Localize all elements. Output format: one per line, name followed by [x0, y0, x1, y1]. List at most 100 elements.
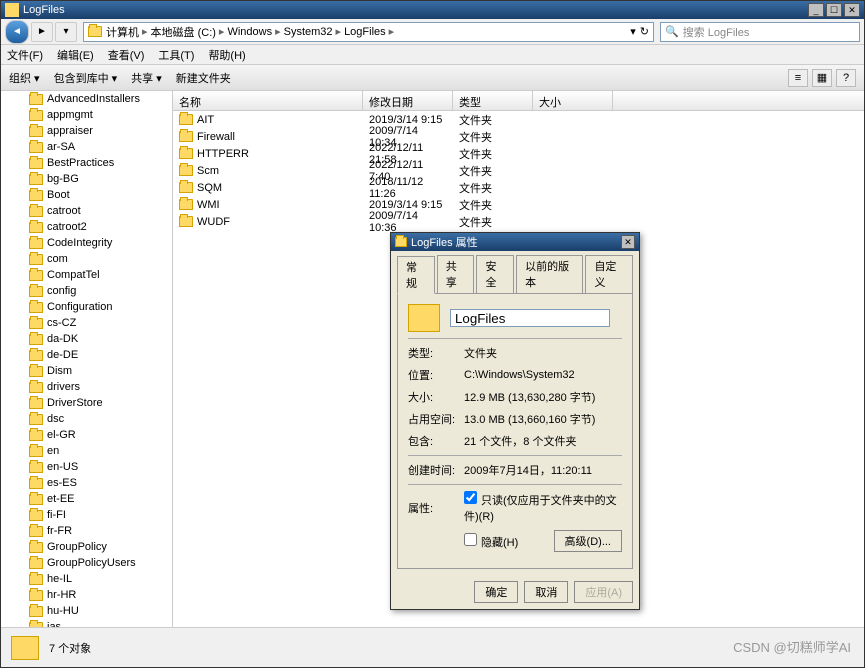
tree-item[interactable]: ar-SA: [1, 139, 172, 155]
organize-button[interactable]: 组织 ▾: [9, 70, 40, 86]
tree-item[interactable]: BestPractices: [1, 155, 172, 171]
search-box[interactable]: 🔍 搜索 LogFiles: [660, 22, 860, 42]
newfolder-button[interactable]: 新建文件夹: [176, 70, 231, 86]
apply-button[interactable]: 应用(A): [574, 581, 633, 603]
dialog-close-button[interactable]: ✕: [621, 235, 635, 249]
tree-item[interactable]: com: [1, 251, 172, 267]
tree-item[interactable]: Dism: [1, 363, 172, 379]
tree-item[interactable]: CodeIntegrity: [1, 235, 172, 251]
file-row[interactable]: WUDF2009/7/14 10:36文件夹: [173, 213, 864, 230]
hidden-checkbox[interactable]: [464, 533, 477, 546]
tree-item[interactable]: hr-HR: [1, 587, 172, 603]
share-button[interactable]: 共享 ▾: [131, 70, 162, 86]
tree-item[interactable]: catroot2: [1, 219, 172, 235]
tree-item[interactable]: cs-CZ: [1, 315, 172, 331]
menu-help[interactable]: 帮助(H): [208, 47, 245, 63]
tree-item[interactable]: Boot: [1, 187, 172, 203]
tree-item[interactable]: appmgmt: [1, 107, 172, 123]
address-part[interactable]: Windows: [227, 26, 272, 38]
hidden-label[interactable]: 隐藏(H): [464, 533, 518, 550]
maximize-button[interactable]: ☐: [826, 3, 842, 17]
tree-item[interactable]: dsc: [1, 411, 172, 427]
titlebar[interactable]: LogFiles _ ☐ ✕: [1, 1, 864, 19]
address-part[interactable]: System32: [284, 26, 333, 38]
readonly-checkbox[interactable]: [464, 491, 477, 504]
folder-icon: [29, 558, 43, 569]
address-part[interactable]: 计算机: [106, 24, 139, 40]
tree-item[interactable]: en: [1, 443, 172, 459]
folder-icon: [29, 542, 43, 553]
preview-button[interactable]: ▦: [812, 69, 832, 87]
tree-item[interactable]: GroupPolicyUsers: [1, 555, 172, 571]
close-button[interactable]: ✕: [844, 3, 860, 17]
name-input[interactable]: [450, 309, 610, 327]
col-date[interactable]: 修改日期: [363, 91, 453, 110]
file-row[interactable]: Firewall2009/7/14 10:34文件夹: [173, 128, 864, 145]
address-dropdown-icon[interactable]: ▾: [630, 25, 636, 38]
back-button[interactable]: ◄: [5, 20, 29, 44]
tab-previous[interactable]: 以前的版本: [516, 255, 583, 293]
advanced-button[interactable]: 高级(D)...: [554, 530, 622, 552]
tab-general[interactable]: 常规: [397, 256, 435, 294]
tree-item[interactable]: es-ES: [1, 475, 172, 491]
menu-edit[interactable]: 编辑(E): [57, 47, 94, 63]
address-bar[interactable]: 计算机▸ 本地磁盘 (C:)▸ Windows▸ System32▸ LogFi…: [83, 22, 654, 42]
minimize-button[interactable]: _: [808, 3, 824, 17]
help-button[interactable]: ?: [836, 69, 856, 87]
tree-item[interactable]: catroot: [1, 203, 172, 219]
file-row[interactable]: AIT2019/3/14 9:15文件夹: [173, 111, 864, 128]
ok-button[interactable]: 确定: [474, 581, 518, 603]
dialog-titlebar[interactable]: LogFiles 属性 ✕: [391, 233, 639, 251]
tree-item[interactable]: et-EE: [1, 491, 172, 507]
cancel-button[interactable]: 取消: [524, 581, 568, 603]
tree-item[interactable]: he-IL: [1, 571, 172, 587]
menu-tools[interactable]: 工具(T): [158, 47, 194, 63]
folder-icon: [29, 606, 43, 617]
tree-item[interactable]: Configuration: [1, 299, 172, 315]
tab-sharing[interactable]: 共享: [437, 255, 475, 293]
file-row[interactable]: SQM2018/11/12 11:26文件夹: [173, 179, 864, 196]
address-part[interactable]: 本地磁盘 (C:): [151, 24, 216, 40]
col-type[interactable]: 类型: [453, 91, 533, 110]
tree-item[interactable]: CompatTel: [1, 267, 172, 283]
tree-item[interactable]: bg-BG: [1, 171, 172, 187]
tree-item[interactable]: el-GR: [1, 427, 172, 443]
tree-item[interactable]: en-US: [1, 459, 172, 475]
folder-icon: [29, 110, 43, 121]
address-part[interactable]: LogFiles: [344, 26, 386, 38]
folder-icon: [29, 510, 43, 521]
folder-tree[interactable]: AdvancedInstallersappmgmtappraiserar-SAB…: [1, 91, 173, 627]
tree-item[interactable]: drivers: [1, 379, 172, 395]
tab-security[interactable]: 安全: [476, 255, 514, 293]
forward-button[interactable]: ►: [31, 22, 53, 42]
tree-item[interactable]: da-DK: [1, 331, 172, 347]
folder-icon: [29, 414, 43, 425]
refresh-icon[interactable]: ↻: [640, 25, 649, 38]
view-button[interactable]: ≡: [788, 69, 808, 87]
menu-view[interactable]: 查看(V): [108, 47, 145, 63]
folder-icon: [29, 494, 43, 505]
tree-item[interactable]: config: [1, 283, 172, 299]
tree-item[interactable]: fi-FI: [1, 507, 172, 523]
file-row[interactable]: HTTPERR2022/12/11 21:58文件夹: [173, 145, 864, 162]
include-button[interactable]: 包含到库中 ▾: [54, 70, 118, 86]
tree-item[interactable]: GroupPolicy: [1, 539, 172, 555]
file-row[interactable]: Scm2022/12/11 7:40文件夹: [173, 162, 864, 179]
tab-customize[interactable]: 自定义: [585, 255, 633, 293]
col-size[interactable]: 大小: [533, 91, 613, 110]
folder-icon: [29, 366, 43, 377]
menu-file[interactable]: 文件(F): [7, 47, 43, 63]
readonly-label[interactable]: 只读(仅应用于文件夹中的文件)(R): [464, 495, 617, 523]
tree-item[interactable]: hu-HU: [1, 603, 172, 619]
history-dropdown[interactable]: ▾: [55, 22, 77, 42]
col-name[interactable]: 名称: [173, 91, 363, 110]
tree-item[interactable]: de-DE: [1, 347, 172, 363]
tree-item[interactable]: DriverStore: [1, 395, 172, 411]
tree-item[interactable]: fr-FR: [1, 523, 172, 539]
tree-item[interactable]: appraiser: [1, 123, 172, 139]
file-row[interactable]: WMI2019/3/14 9:15文件夹: [173, 196, 864, 213]
folder-icon: [29, 382, 43, 393]
folder-icon: [29, 286, 43, 297]
tree-item[interactable]: AdvancedInstallers: [1, 91, 172, 107]
tree-item[interactable]: ias: [1, 619, 172, 627]
